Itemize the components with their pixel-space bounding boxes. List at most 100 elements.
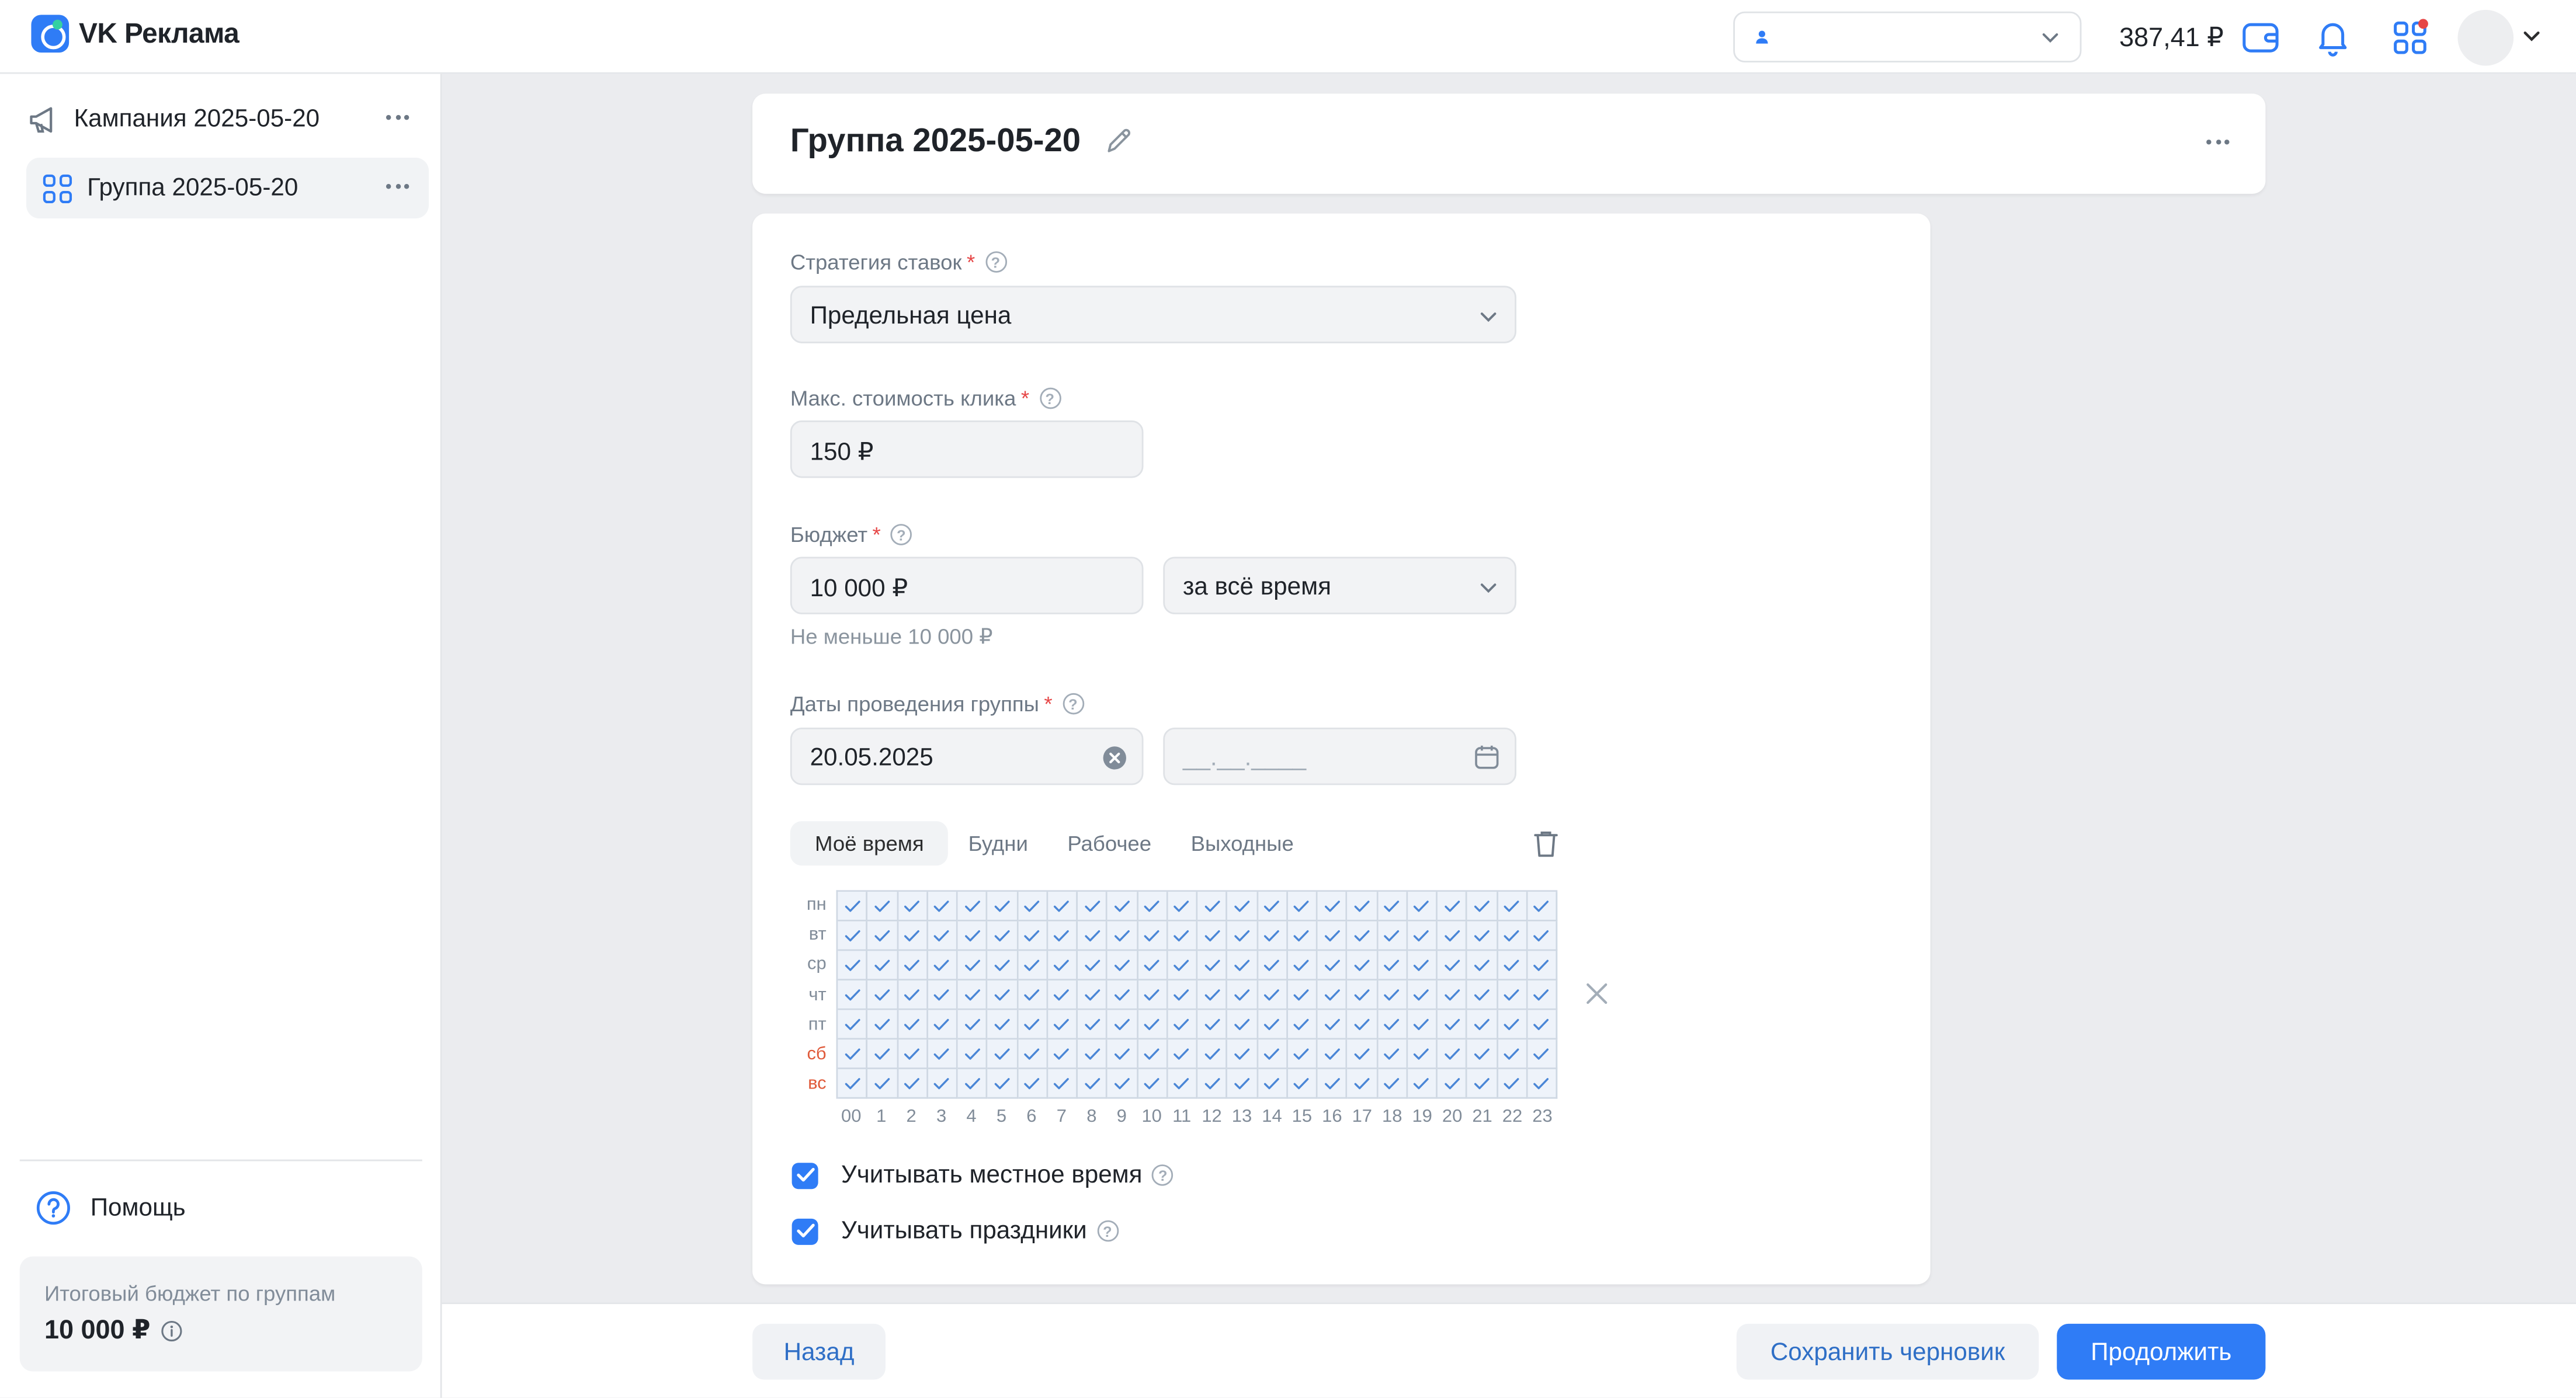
schedule-cell[interactable] [1377,951,1408,981]
sidebar-item-group[interactable]: Группа 2025-05-20 [26,158,429,219]
schedule-cell[interactable] [1407,921,1438,951]
schedule-cell[interactable] [1437,921,1468,951]
schedule-cell[interactable] [1197,980,1228,1010]
schedule-cell[interactable] [1018,1069,1048,1099]
schedule-cell[interactable] [898,1069,928,1099]
schedule-cell[interactable] [1347,892,1378,921]
schedule-cell[interactable] [1078,1039,1108,1069]
schedule-cell[interactable] [1167,980,1198,1010]
schedule-cell[interactable] [867,951,898,981]
schedule-cell[interactable] [928,980,958,1010]
day-label[interactable]: вс [790,1069,827,1099]
schedule-cell[interactable] [1347,1039,1378,1069]
help-link[interactable]: Помощь [36,1191,186,1225]
more-icon[interactable] [386,184,409,189]
schedule-cell[interactable] [1377,892,1408,921]
schedule-cell[interactable] [1227,1010,1258,1040]
start-date-input[interactable]: 20.05.2025 [790,727,1144,785]
question-icon[interactable]: ? [890,524,912,545]
schedule-cell[interactable] [1377,1010,1408,1040]
schedule-cell[interactable] [988,951,1018,981]
schedule-cell[interactable] [1108,1039,1138,1069]
schedule-cell[interactable] [1317,892,1348,921]
schedule-cell[interactable] [1257,921,1288,951]
day-label[interactable]: пн [790,890,827,920]
schedule-cell[interactable] [1377,980,1408,1010]
checkbox[interactable] [791,1161,818,1188]
schedule-cell[interactable] [928,1039,958,1069]
schedule-cell[interactable] [1078,921,1108,951]
hour-label[interactable]: 18 [1377,1107,1407,1127]
schedule-cell[interactable] [1527,1010,1558,1040]
day-label[interactable]: вт [790,920,827,950]
schedule-cell[interactable] [1467,921,1498,951]
hour-label[interactable]: 23 [1527,1107,1557,1127]
schedule-cell[interactable] [1437,892,1468,921]
question-icon[interactable]: ? [1152,1164,1174,1186]
budget-input[interactable]: 10 000 ₽ [790,557,1144,614]
schedule-cell[interactable] [1347,1069,1378,1099]
schedule-cell[interactable] [1527,1069,1558,1099]
schedule-cell[interactable] [867,921,898,951]
hour-label[interactable]: 12 [1197,1107,1227,1127]
logo[interactable]: VK Реклама [31,15,239,53]
schedule-cell[interactable] [1137,1069,1168,1099]
schedule-cell[interactable] [1467,951,1498,981]
schedule-cell[interactable] [1137,951,1168,981]
schedule-cell[interactable] [1437,1010,1468,1040]
schedule-cell[interactable] [1437,1069,1468,1099]
schedule-cell[interactable] [1018,1010,1048,1040]
schedule-cell[interactable] [1407,1069,1438,1099]
schedule-cell[interactable] [1497,980,1527,1010]
schedule-cell[interactable] [1018,921,1048,951]
schedule-cell[interactable] [1527,951,1558,981]
day-label[interactable]: сб [790,1039,826,1069]
schedule-cell[interactable] [1047,1010,1078,1040]
schedule-cell[interactable] [1078,1010,1108,1040]
schedule-cell[interactable] [1167,892,1198,921]
schedule-cell[interactable] [1227,1039,1258,1069]
schedule-cell[interactable] [1377,1069,1408,1099]
schedule-cell[interactable] [1227,921,1258,951]
schedule-cell[interactable] [1287,1039,1318,1069]
schedule-cell[interactable] [838,892,868,921]
schedule-cell[interactable] [957,980,988,1010]
strategy-select[interactable]: Предельная цена [790,286,1516,343]
schedule-cell[interactable] [1108,980,1138,1010]
schedule-cell[interactable] [988,1069,1018,1099]
schedule-cell[interactable] [1227,951,1258,981]
schedule-cell[interactable] [1467,1010,1498,1040]
question-icon[interactable]: ? [1039,387,1061,409]
day-label[interactable]: пт [790,1010,827,1039]
schedule-cell[interactable] [1047,1069,1078,1099]
schedule-cell[interactable] [1137,1039,1168,1069]
schedule-cell[interactable] [1527,921,1558,951]
schedule-cell[interactable] [867,980,898,1010]
schedule-cell[interactable] [1078,892,1108,921]
schedule-cell[interactable] [1108,921,1138,951]
schedule-cell[interactable] [1078,980,1108,1010]
schedule-cell[interactable] [957,1010,988,1040]
hour-label[interactable]: 17 [1347,1107,1377,1127]
avatar[interactable] [2457,9,2514,66]
schedule-cell[interactable] [1527,980,1558,1010]
schedule-cell[interactable] [928,1010,958,1040]
schedule-cell[interactable] [867,1010,898,1040]
schedule-cell[interactable] [1317,980,1348,1010]
max-click-input[interactable]: 150 ₽ [790,420,1144,478]
clear-icon[interactable] [1102,746,1127,770]
schedule-cell[interactable] [1137,892,1168,921]
schedule-cell[interactable] [838,1010,868,1040]
schedule-cell[interactable] [1287,951,1318,981]
schedule-cell[interactable] [1018,1039,1048,1069]
schedule-cell[interactable] [928,921,958,951]
hour-label[interactable]: 21 [1467,1107,1497,1127]
schedule-cell[interactable] [1317,921,1348,951]
back-button[interactable]: Назад [752,1323,886,1380]
more-icon[interactable] [386,114,409,120]
save-draft-button[interactable]: Сохранить черновик [1736,1323,2039,1380]
schedule-cell[interactable] [1018,951,1048,981]
schedule-cell[interactable] [1287,980,1318,1010]
schedule-cell[interactable] [1108,951,1138,981]
schedule-cell[interactable] [957,951,988,981]
